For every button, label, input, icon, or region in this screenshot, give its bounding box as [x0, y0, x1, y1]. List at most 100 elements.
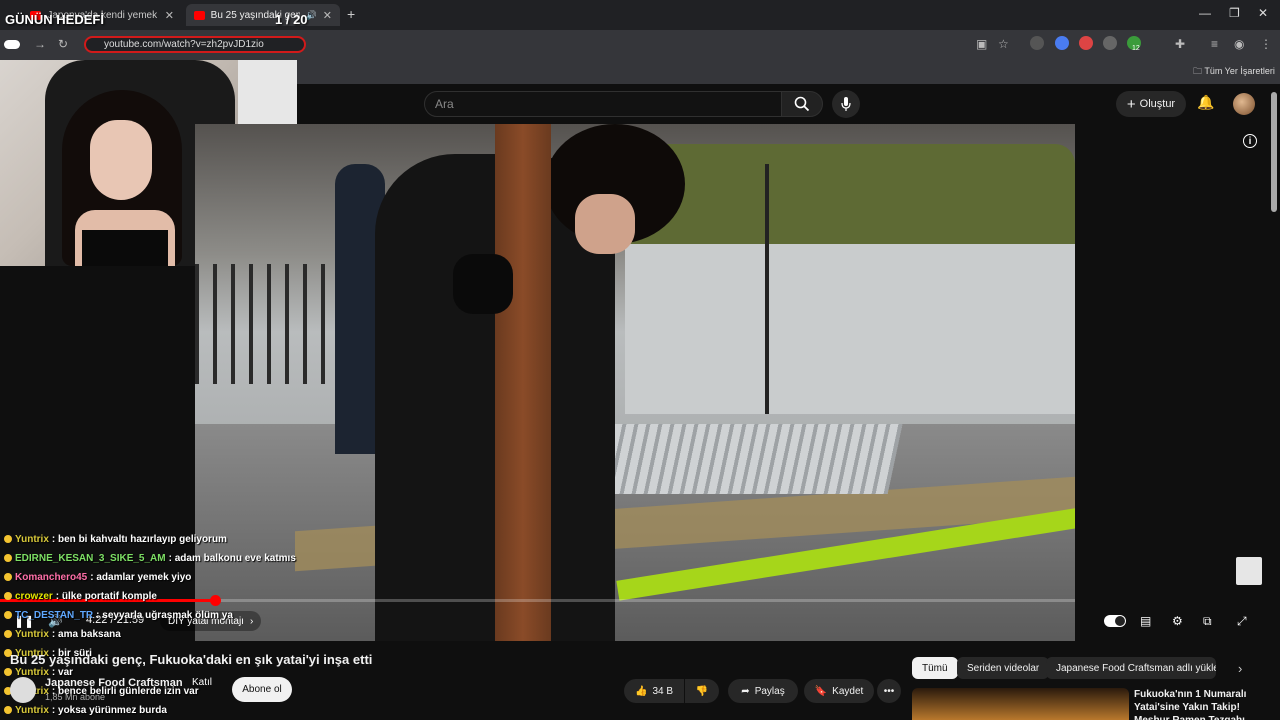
chat-message: Yuntrix: ama baksana	[4, 629, 121, 640]
chat-username: Yuntrix	[15, 629, 49, 640]
chat-message: Yuntrix: yoksa yürünmez burda	[4, 705, 167, 716]
thumbs-down-icon: 👎	[695, 685, 709, 697]
share-label: Paylaş	[754, 685, 785, 697]
chat-badge-icon	[4, 554, 12, 563]
video-title: Bu 25 yaşındaki genç, Fukuoka'daki en şı…	[10, 652, 373, 667]
chat-username: crowzer	[15, 591, 53, 602]
chat-badge-icon	[4, 630, 12, 639]
channel-avatar[interactable]	[10, 677, 36, 703]
chip-all[interactable]: Tümü	[912, 657, 958, 679]
chat-username: Yuntrix	[15, 534, 49, 545]
chat-username: EDIRNE_KESAN_3_SIKE_5_AM	[15, 553, 166, 564]
video-fence	[195, 264, 345, 384]
url-bar[interactable]: youtube.com/watch?v=zh2pvJD1zio	[84, 36, 306, 53]
profile-icon[interactable]: ◉	[1234, 37, 1244, 51]
subtitles-icon[interactable]: ▤	[1140, 614, 1151, 628]
search-button[interactable]	[781, 91, 823, 117]
fullscreen-icon[interactable]: ⤢	[1237, 614, 1247, 629]
miniplayer-icon[interactable]: ⧉	[1203, 614, 1212, 629]
create-label: Oluştur	[1139, 98, 1176, 110]
youtube-favicon-icon	[194, 10, 205, 20]
chevron-right-icon: ›	[249, 615, 254, 627]
create-button[interactable]: + Oluştur	[1116, 91, 1186, 117]
reload-icon[interactable]: ↻	[58, 37, 68, 51]
video-craftsman-face	[575, 194, 635, 254]
puzzle-icon[interactable]: ✚	[1175, 37, 1185, 51]
tab-close-icon[interactable]: ✕	[165, 9, 174, 22]
gear-icon[interactable]: ⚙	[1172, 614, 1183, 628]
chat-text: : ülke portatif komple	[55, 591, 157, 602]
media-icon[interactable]: ≡	[1211, 37, 1218, 51]
daily-goal-count: 1 / 20	[275, 12, 308, 27]
search-icon	[794, 96, 810, 112]
chat-text: : ben bi kahvaltı hazırlayıp geliyorum	[51, 534, 227, 545]
chevron-right-icon[interactable]: ›	[1238, 661, 1242, 676]
chat-username: Komanchero45	[15, 572, 88, 583]
subscriber-count: 1,85 Mn abone	[45, 692, 106, 702]
daily-goal-label: GÜNÜN HEDEFİ	[5, 12, 104, 27]
subscribe-button[interactable]: Abone ol	[232, 677, 292, 702]
video-tripod	[765, 164, 769, 414]
info-icon[interactable]: i	[1243, 134, 1257, 148]
maximize-icon[interactable]: ❐	[1229, 6, 1240, 20]
recommendation-title[interactable]: Fukuoka'nın 1 Numaralı Yatai'sine Yakın …	[1134, 688, 1274, 720]
tab-close-icon[interactable]: ✕	[323, 9, 332, 22]
extension-badge: 12	[1132, 45, 1140, 52]
dislike-button[interactable]: 👎	[685, 679, 719, 703]
scrubber-handle[interactable]	[210, 595, 221, 606]
star-icon[interactable]: ☆	[998, 37, 1009, 51]
join-button[interactable]: Katıl	[192, 677, 212, 688]
extension-icon[interactable]	[1103, 36, 1117, 50]
chat-message: Yuntrix: ben bi kahvaltı hazırlayıp geli…	[4, 534, 227, 545]
chip-series[interactable]: Seriden videolar	[957, 657, 1050, 679]
video-player[interactable]	[195, 124, 1075, 641]
chat-badge-icon	[4, 573, 12, 582]
avatar[interactable]	[1233, 93, 1255, 115]
video-wall-panel	[625, 244, 1075, 414]
bookmark-icon: 🔖	[814, 685, 828, 697]
all-bookmarks[interactable]: 🗀 Tüm Yer İşaretleri	[1193, 64, 1275, 80]
search-input[interactable]: Ara	[424, 91, 782, 117]
forward-icon[interactable]: →	[34, 37, 46, 51]
like-count: 34 B	[652, 685, 674, 697]
save-button[interactable]: 🔖 Kaydet	[804, 679, 874, 703]
thumbs-up-icon: 👍	[634, 685, 648, 697]
channel-watermark[interactable]	[1236, 557, 1262, 585]
chat-badge-icon	[4, 668, 12, 677]
mic-icon	[841, 97, 851, 111]
chip-uploader[interactable]: Japanese Food Craftsman adlı yükley	[1046, 657, 1216, 679]
chat-message: EDIRNE_KESAN_3_SIKE_5_AM: adam balkonu e…	[4, 553, 296, 564]
video-glove	[453, 254, 513, 314]
minimize-icon[interactable]: —	[1199, 6, 1211, 20]
share-icon: ➦	[741, 685, 750, 697]
record-toggle-icon	[4, 40, 20, 49]
chat-username: TC_DESTAN_TR	[15, 610, 94, 621]
folder-icon: 🗀	[1193, 66, 1205, 76]
recommendation-thumbnail[interactable]	[912, 688, 1129, 720]
like-button[interactable]: 👍 34 B	[624, 679, 684, 703]
new-tab-button[interactable]: +	[347, 6, 355, 22]
video-wooden-plank	[495, 124, 551, 641]
menu-icon[interactable]: ⋮	[1260, 37, 1272, 51]
share-button[interactable]: ➦ Paylaş	[728, 679, 798, 703]
channel-name[interactable]: Japanese Food Craftsman	[45, 677, 183, 689]
chat-message: TC_DESTAN_TR: seyyarla uğraşmak ölüm ya	[4, 610, 233, 621]
all-bookmarks-label: Tüm Yer İşaretleri	[1204, 66, 1275, 76]
autoplay-toggle[interactable]	[1104, 615, 1126, 627]
window-close-icon[interactable]: ✕	[1258, 6, 1268, 20]
scrollbar[interactable]	[1271, 92, 1277, 212]
extension-icon[interactable]	[1079, 36, 1093, 50]
chat-text: : seyyarla uğraşmak ölüm ya	[96, 610, 233, 621]
cast-icon[interactable]: ▣	[976, 37, 987, 51]
chat-badge-icon	[4, 706, 12, 715]
bell-icon[interactable]: 🔔	[1197, 94, 1214, 111]
browser-tab-active[interactable]: Bu 25 yaşındaki genç, Fuku 🔊 ✕	[186, 4, 340, 26]
chat-badge-icon	[4, 592, 12, 601]
voice-search-button[interactable]	[832, 90, 860, 118]
chat-message: Komanchero45: adamlar yemek yiyo	[4, 572, 191, 583]
more-actions-button[interactable]: •••	[877, 679, 901, 703]
chat-message: crowzer: ülke portatif komple	[4, 591, 157, 602]
chat-text: : adamlar yemek yiyo	[90, 572, 192, 583]
extension-icon[interactable]	[1030, 36, 1044, 50]
extension-icon[interactable]	[1055, 36, 1069, 50]
